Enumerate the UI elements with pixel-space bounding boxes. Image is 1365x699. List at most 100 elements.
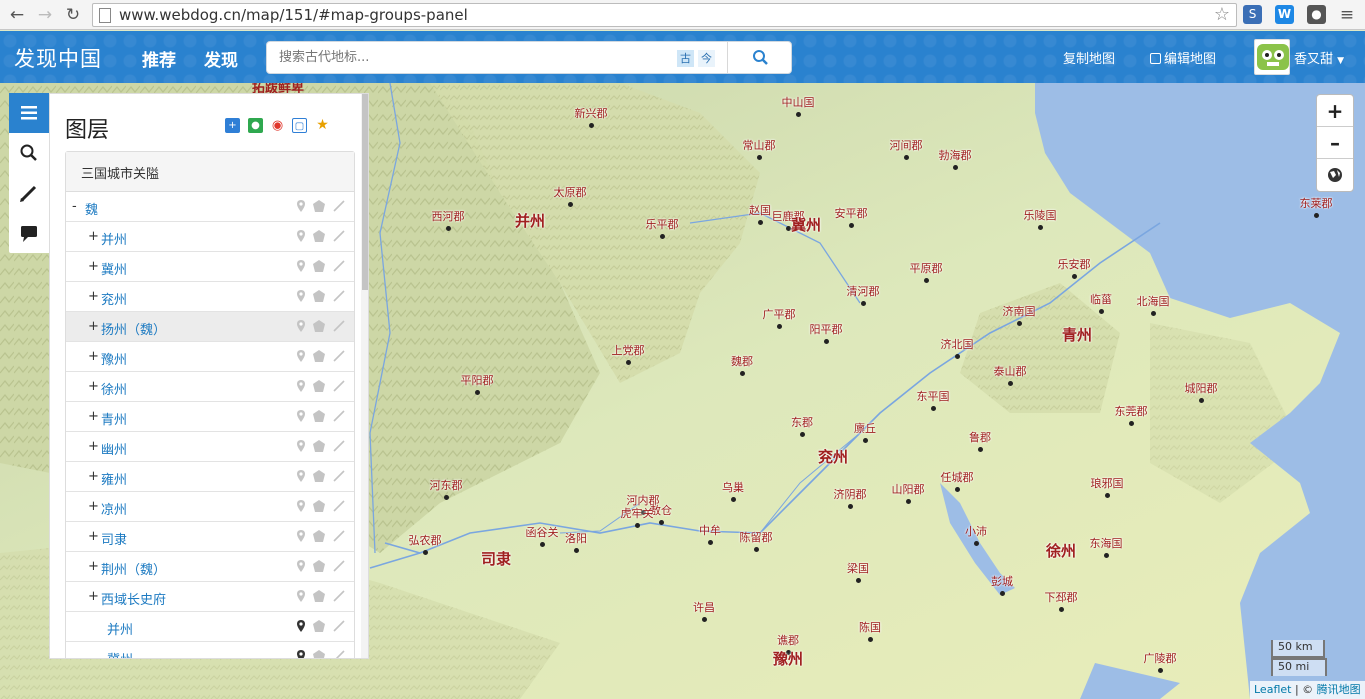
place-dot[interactable] bbox=[1000, 591, 1005, 596]
group-title[interactable]: 三国城市关隘 bbox=[66, 152, 354, 192]
place-label[interactable]: 任城郡 bbox=[941, 469, 974, 485]
layer-label[interactable]: 青州 bbox=[101, 409, 127, 428]
place-label[interactable]: 虎牢关 bbox=[621, 505, 654, 521]
marker-icon[interactable] bbox=[294, 409, 308, 423]
place-label[interactable]: 平阳郡 bbox=[461, 372, 494, 388]
layer-label[interactable]: 凉州 bbox=[101, 499, 127, 518]
place-label[interactable]: 清河郡 bbox=[847, 283, 880, 299]
place-dot[interactable] bbox=[740, 371, 745, 376]
place-dot[interactable] bbox=[924, 278, 929, 283]
place-label[interactable]: 小沛 bbox=[965, 523, 987, 539]
place-label[interactable]: 东莞郡 bbox=[1115, 403, 1148, 419]
search-input[interactable] bbox=[267, 42, 672, 73]
panel-scrollbar[interactable] bbox=[361, 94, 368, 658]
marker-icon[interactable] bbox=[294, 499, 308, 513]
place-label[interactable]: 廪丘 bbox=[854, 420, 876, 436]
place-label[interactable]: 勃海郡 bbox=[939, 147, 972, 163]
marker-icon[interactable] bbox=[294, 229, 308, 243]
place-label[interactable]: 新兴郡 bbox=[575, 105, 608, 121]
marker-icon[interactable] bbox=[294, 589, 308, 603]
zoom-in-button[interactable]: + bbox=[1317, 95, 1353, 127]
layer-row[interactable]: + 徐州 bbox=[66, 372, 354, 402]
place-dot[interactable] bbox=[861, 301, 866, 306]
search-button[interactable] bbox=[727, 42, 791, 73]
place-label[interactable]: 乐平郡 bbox=[646, 216, 679, 232]
line-icon[interactable] bbox=[332, 229, 346, 243]
layer-row-root[interactable]: -魏 bbox=[66, 192, 354, 222]
expand-toggle[interactable]: + bbox=[88, 469, 99, 484]
line-icon[interactable] bbox=[332, 409, 346, 423]
place-dot[interactable] bbox=[660, 234, 665, 239]
layer-label[interactable]: 徐州 bbox=[101, 379, 127, 398]
expand-toggle[interactable]: + bbox=[88, 259, 99, 274]
layer-label[interactable]: 并州 bbox=[101, 229, 127, 248]
place-label[interactable]: 陈留郡 bbox=[740, 529, 773, 545]
polygon-icon[interactable] bbox=[312, 499, 326, 513]
polygon-icon[interactable] bbox=[312, 589, 326, 603]
line-icon[interactable] bbox=[332, 319, 346, 333]
region-label[interactable]: 司隶 bbox=[481, 548, 511, 569]
place-dot[interactable] bbox=[906, 499, 911, 504]
line-icon[interactable] bbox=[332, 379, 346, 393]
place-label[interactable]: 临菑 bbox=[1090, 291, 1112, 307]
place-dot[interactable] bbox=[708, 540, 713, 545]
layer-row[interactable]: + 司隶 bbox=[66, 522, 354, 552]
line-icon[interactable] bbox=[332, 559, 346, 573]
layer-row[interactable]: + 扬州（魏） bbox=[66, 312, 354, 342]
marker-icon[interactable] bbox=[294, 649, 308, 658]
polygon-icon[interactable] bbox=[312, 409, 326, 423]
layer-row[interactable]: + 青州 bbox=[66, 402, 354, 432]
place-label[interactable]: 弘农郡 bbox=[409, 532, 442, 548]
place-label[interactable]: 上党郡 bbox=[612, 342, 645, 358]
layers-tab[interactable] bbox=[9, 93, 49, 133]
line-icon[interactable] bbox=[332, 619, 346, 633]
place-dot[interactable] bbox=[444, 495, 449, 500]
place-label[interactable]: 常山郡 bbox=[743, 137, 776, 153]
place-dot[interactable] bbox=[904, 155, 909, 160]
place-label[interactable]: 河间郡 bbox=[890, 137, 923, 153]
expand-toggle[interactable]: + bbox=[88, 289, 99, 304]
extension-icon-1[interactable]: S bbox=[1243, 5, 1262, 24]
expand-toggle[interactable]: + bbox=[88, 439, 99, 454]
place-dot[interactable] bbox=[589, 123, 594, 128]
place-dot[interactable] bbox=[754, 547, 759, 552]
place-dot[interactable] bbox=[423, 550, 428, 555]
marker-icon[interactable] bbox=[294, 289, 308, 303]
expand-toggle[interactable]: + bbox=[88, 229, 99, 244]
marker-icon[interactable] bbox=[294, 469, 308, 483]
expand-toggle[interactable]: + bbox=[88, 529, 99, 544]
place-dot[interactable] bbox=[574, 548, 579, 553]
layer-label[interactable]: 幽州 bbox=[101, 439, 127, 458]
layer-label[interactable]: 兖州 bbox=[101, 289, 127, 308]
expand-toggle[interactable]: + bbox=[88, 589, 99, 604]
place-label[interactable]: 城阳郡 bbox=[1185, 380, 1218, 396]
line-icon[interactable] bbox=[332, 289, 346, 303]
reload-icon[interactable]: ↻ bbox=[62, 4, 84, 26]
place-label[interactable]: 山阳郡 bbox=[892, 481, 925, 497]
region-label[interactable]: 豫州 bbox=[773, 648, 803, 669]
place-dot[interactable] bbox=[635, 523, 640, 528]
nav-discover[interactable]: 发现 bbox=[204, 46, 238, 71]
marker-icon[interactable] bbox=[294, 559, 308, 573]
expand-toggle[interactable]: - bbox=[72, 199, 77, 214]
place-label[interactable]: 陈国 bbox=[859, 619, 881, 635]
place-dot[interactable] bbox=[475, 390, 480, 395]
polygon-icon[interactable] bbox=[312, 469, 326, 483]
place-label[interactable]: 乌巢 bbox=[722, 479, 744, 495]
menu-icon[interactable]: ≡ bbox=[1336, 4, 1358, 26]
layer-row[interactable]: + 西域长史府 bbox=[66, 582, 354, 612]
line-icon[interactable] bbox=[332, 199, 346, 213]
place-label[interactable]: 洛阳 bbox=[565, 530, 587, 546]
polygon-icon[interactable] bbox=[312, 229, 326, 243]
place-dot[interactable] bbox=[955, 354, 960, 359]
place-label[interactable]: 谯郡 bbox=[777, 632, 799, 648]
place-label[interactable]: 乐陵国 bbox=[1024, 207, 1057, 223]
place-label[interactable]: 中山国 bbox=[782, 94, 815, 110]
place-label[interactable]: 太原郡 bbox=[554, 184, 587, 200]
search-tab[interactable] bbox=[9, 133, 49, 173]
place-dot[interactable] bbox=[955, 487, 960, 492]
layer-row[interactable]: + 兖州 bbox=[66, 282, 354, 312]
polygon-icon[interactable] bbox=[312, 649, 326, 658]
line-icon[interactable] bbox=[332, 529, 346, 543]
line-icon[interactable] bbox=[332, 589, 346, 603]
